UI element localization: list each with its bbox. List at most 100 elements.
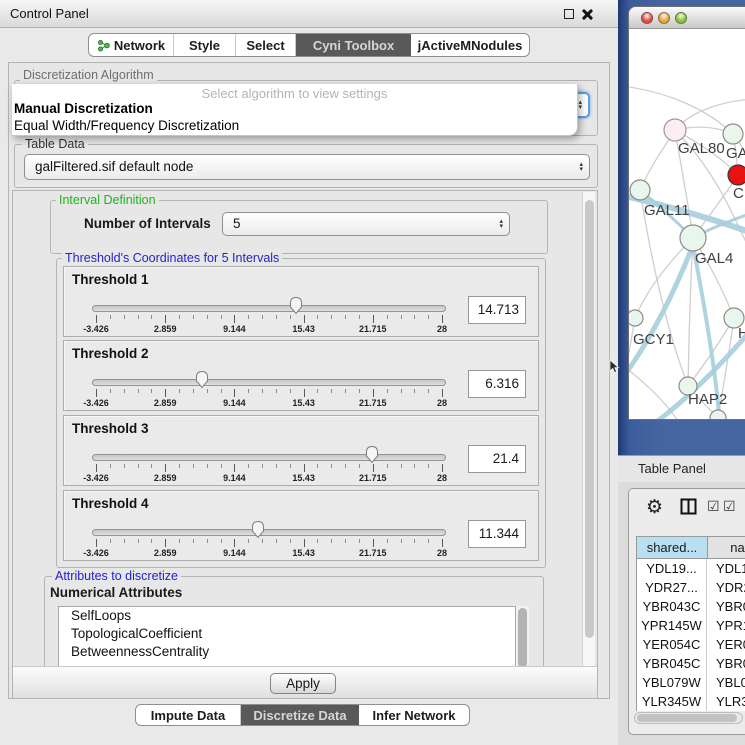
tab-select[interactable]: Select <box>236 34 296 56</box>
gear-icon[interactable]: ⚙ <box>646 496 663 518</box>
threshold-panel-1: Threshold 1-3.4262.8599.14415.4321.71528… <box>63 266 539 337</box>
checkbox-icon[interactable]: ☑ <box>707 499 720 515</box>
table-data-combobox[interactable]: galFiltered.sif default node ▴▾ <box>24 154 590 180</box>
table-cell[interactable]: YPR145W <box>637 616 707 635</box>
tab-label: jActiveMNodules <box>418 38 523 53</box>
float-window-icon[interactable] <box>564 9 574 19</box>
attribute-item-topologicalcoefficient[interactable]: TopologicalCoefficient <box>59 625 515 643</box>
tick-label: 21.715 <box>351 324 395 334</box>
network-window: GAL80GACGAL11GAL4GCY1HHAP2 <box>628 6 745 420</box>
network-node-b[interactable] <box>710 410 726 420</box>
traffic-light-zoom-icon[interactable] <box>675 12 687 24</box>
table-horizontal-scrollbar[interactable] <box>634 712 743 724</box>
tick-label: 21.715 <box>351 473 395 483</box>
network-node-label: GAL11 <box>644 202 690 219</box>
tick-label: 9.144 <box>212 324 256 334</box>
tick-label: 28 <box>420 398 464 408</box>
network-view[interactable]: GAL80GACGAL11GAL4GCY1HHAP2 <box>629 29 745 420</box>
table-cell[interactable]: YPR1 <box>716 616 745 635</box>
network-node-label: HAP2 <box>688 391 727 408</box>
table-cell[interactable]: YER0 <box>716 635 745 654</box>
attribute-item-selfloops[interactable]: SelfLoops <box>59 607 515 625</box>
threshold-value-field[interactable]: 6.316 <box>468 370 526 398</box>
columns-icon[interactable] <box>680 498 697 518</box>
tab-jactivemnodules[interactable]: jActiveMNodules <box>411 34 529 56</box>
number-of-intervals-combobox[interactable]: 5 ▴▾ <box>222 212 510 236</box>
network-node-label: GA <box>726 145 745 162</box>
node-attribute-table[interactable]: shared...naYDL19... YDL1 YDR27... YDR2 YBR04… <box>636 536 745 711</box>
table-cell[interactable]: YBL0 <box>716 673 745 692</box>
slider-ticks <box>92 464 446 473</box>
network-edge[interactable] <box>640 190 688 386</box>
tab-discretize-data[interactable]: Discretize Data <box>241 705 359 725</box>
threshold-value-field[interactable]: 11.344 <box>468 520 526 548</box>
threshold-slider-thumb[interactable] <box>365 445 379 464</box>
table-cell[interactable]: YBR043C <box>637 597 707 616</box>
tick-label: 15.43 <box>282 548 326 558</box>
network-node-c[interactable] <box>728 165 745 185</box>
network-node-gal80[interactable] <box>664 119 686 141</box>
threshold-slider-thumb[interactable] <box>289 296 303 315</box>
attributes-list-scrollbar-thumb[interactable] <box>518 608 527 668</box>
panel-vertical-scrollbar[interactable] <box>582 192 595 666</box>
network-node-gcy1[interactable] <box>629 310 643 326</box>
table-header-shared-name[interactable]: shared... <box>637 537 708 559</box>
stepper-icon[interactable]: ▴▾ <box>499 213 503 235</box>
numerical-attributes-list[interactable]: SelfLoopsTopologicalCoefficientBetweenne… <box>58 606 516 668</box>
tick-label: -3.426 <box>74 398 118 408</box>
stepper-icon[interactable]: ▴▾ <box>579 155 583 179</box>
threshold-slider-thumb[interactable] <box>195 370 209 389</box>
table-cell[interactable]: YBR045C <box>637 654 707 673</box>
slider-ticks <box>92 389 446 398</box>
table-cell[interactable]: YBR0 <box>716 597 745 616</box>
threshold-slider-track[interactable] <box>92 529 446 536</box>
tab-infer-network[interactable]: Infer Network <box>359 705 469 725</box>
close-icon[interactable] <box>582 9 593 20</box>
table-cell[interactable]: YDR2 <box>716 578 745 597</box>
tick-label: 15.43 <box>282 473 326 483</box>
table-cell[interactable]: YBR0 <box>716 654 745 673</box>
tab-impute-data[interactable]: Impute Data <box>136 705 241 725</box>
table-data-group-label: Table Data <box>22 137 88 151</box>
window-title: Control Panel <box>10 0 89 27</box>
table-header-name[interactable]: na <box>708 537 745 559</box>
threshold-slider-thumb[interactable] <box>251 520 265 539</box>
checkbox-icon[interactable]: ☑ <box>723 499 736 515</box>
tab-cyni-toolbox[interactable]: Cyni Toolbox <box>296 34 411 56</box>
threshold-value-field[interactable]: 21.4 <box>468 445 526 473</box>
table-cell[interactable]: YER054C <box>637 635 707 654</box>
traffic-light-close-icon[interactable] <box>641 12 653 24</box>
table-cell[interactable]: YLR3 <box>716 692 745 711</box>
threshold-slider-track[interactable] <box>92 305 446 312</box>
bottom-tab-bar: Impute DataDiscretize DataInfer Network <box>135 704 470 726</box>
threshold-slider-track[interactable] <box>92 379 446 386</box>
table-cell[interactable]: YLR345W <box>637 692 707 711</box>
table-cell[interactable]: YDR27... <box>637 578 707 597</box>
network-node-gal4[interactable] <box>680 225 706 251</box>
apply-button[interactable]: Apply <box>270 673 336 694</box>
attributes-list-scrollbar[interactable] <box>516 606 529 668</box>
tab-style[interactable]: Style <box>174 34 236 56</box>
traffic-light-minimize-icon[interactable] <box>658 12 670 24</box>
threshold-title: Threshold 3 <box>72 421 149 436</box>
attributes-group-label: Attributes to discretize <box>52 569 181 583</box>
tick-label: 2.859 <box>143 398 187 408</box>
popup-option-equal-width-frequency[interactable]: Equal Width/Frequency Discretization <box>14 118 239 133</box>
algorithm-group-label: Discretization Algorithm <box>20 68 157 82</box>
panel-scrollbar-thumb[interactable] <box>585 200 594 638</box>
popup-option-manual-discretization[interactable]: Manual Discretization <box>14 101 153 116</box>
algorithm-popup: Select algorithm to view settings Manual… <box>12 84 578 136</box>
attribute-item-betweennesscentrality[interactable]: BetweennessCentrality <box>59 643 515 661</box>
table-cell[interactable]: YDL19... <box>637 559 707 578</box>
threshold-value-field[interactable]: 14.713 <box>468 296 526 324</box>
stepper-icon[interactable]: ▴▾ <box>578 94 582 116</box>
tick-label: 28 <box>420 473 464 483</box>
threshold-slider-track[interactable] <box>92 454 446 461</box>
table-hscrollbar-thumb[interactable] <box>637 714 737 722</box>
network-node-gal11[interactable] <box>630 180 650 200</box>
tab-network[interactable]: Network <box>89 34 174 56</box>
table-cell[interactable]: YDL1 <box>716 559 745 578</box>
network-node-ga[interactable] <box>723 124 743 144</box>
network-node-label: GAL4 <box>695 250 733 267</box>
table-cell[interactable]: YBL079W <box>637 673 707 692</box>
